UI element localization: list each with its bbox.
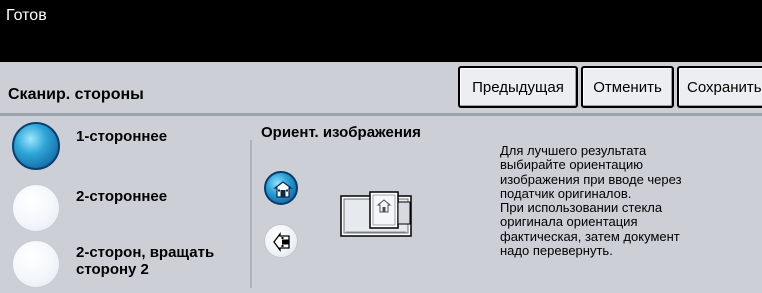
status-bar: Готов bbox=[0, 0, 762, 62]
option-label: 2-стороннее bbox=[76, 188, 168, 205]
portrait-orientation-icon bbox=[273, 181, 293, 198]
radio-unselected-icon[interactable] bbox=[12, 240, 60, 288]
option-2-sided-rotate[interactable]: 2-сторон, вращать сторону 2 bbox=[12, 240, 244, 290]
previous-button[interactable]: Предыдущая bbox=[458, 66, 578, 108]
radio-unselected-icon[interactable] bbox=[12, 184, 60, 232]
option-2-sided[interactable]: 2-стороннее bbox=[12, 184, 244, 234]
status-text: Готов bbox=[6, 7, 47, 24]
help-text: Для лучшего результата выбирайте ориента… bbox=[500, 143, 682, 259]
option-1-sided[interactable]: 1-стороннее bbox=[12, 122, 244, 172]
option-label: 1-стороннее bbox=[76, 128, 168, 145]
radio-selected-icon[interactable] bbox=[12, 122, 60, 170]
portrait-orientation-button[interactable] bbox=[264, 171, 298, 205]
orientation-title: Ориент. изображения bbox=[261, 124, 421, 141]
landscape-orientation-button[interactable] bbox=[264, 224, 298, 258]
document-feeder-illustration-icon bbox=[340, 188, 418, 242]
landscape-orientation-icon bbox=[273, 232, 290, 252]
cancel-button[interactable]: Отменить bbox=[581, 66, 674, 108]
header-bar: Сканир. стороны Предыдущая Отменить Сохр… bbox=[0, 62, 762, 116]
save-button[interactable]: Сохранить bbox=[677, 66, 762, 108]
option-label: 2-сторон, вращать сторону 2 bbox=[76, 244, 215, 278]
divider bbox=[250, 140, 252, 288]
page-title: Сканир. стороны bbox=[8, 86, 144, 103]
